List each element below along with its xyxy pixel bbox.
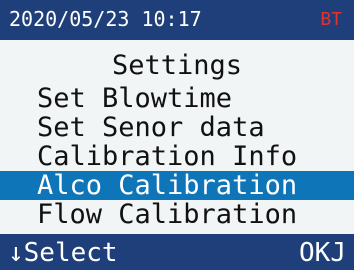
menu-item-set-senor-data[interactable]: Set Senor data xyxy=(0,113,354,142)
device-screen: 2020/05/23 10:17 BT Settings Set Blowtim… xyxy=(0,0,354,270)
status-datetime: 2020/05/23 10:17 xyxy=(9,7,202,31)
menu-item-alco-calibration[interactable]: Alco Calibration xyxy=(0,171,354,200)
menu-item-set-blowtime[interactable]: Set Blowtime xyxy=(0,84,354,113)
footer-bar: ↓Select OKJ xyxy=(0,234,354,270)
menu-item-flow-calibration[interactable]: Flow Calibration xyxy=(0,200,354,229)
ok-softkey[interactable]: OKJ xyxy=(299,238,346,268)
status-bar: 2020/05/23 10:17 BT xyxy=(0,0,354,40)
page-title: Settings xyxy=(111,50,243,81)
bluetooth-indicator: BT xyxy=(320,9,342,30)
menu-item-calibration-info[interactable]: Calibration Info xyxy=(0,142,354,171)
select-softkey[interactable]: ↓Select xyxy=(8,238,118,268)
settings-menu: Set Blowtime Set Senor data Calibration … xyxy=(0,84,354,229)
